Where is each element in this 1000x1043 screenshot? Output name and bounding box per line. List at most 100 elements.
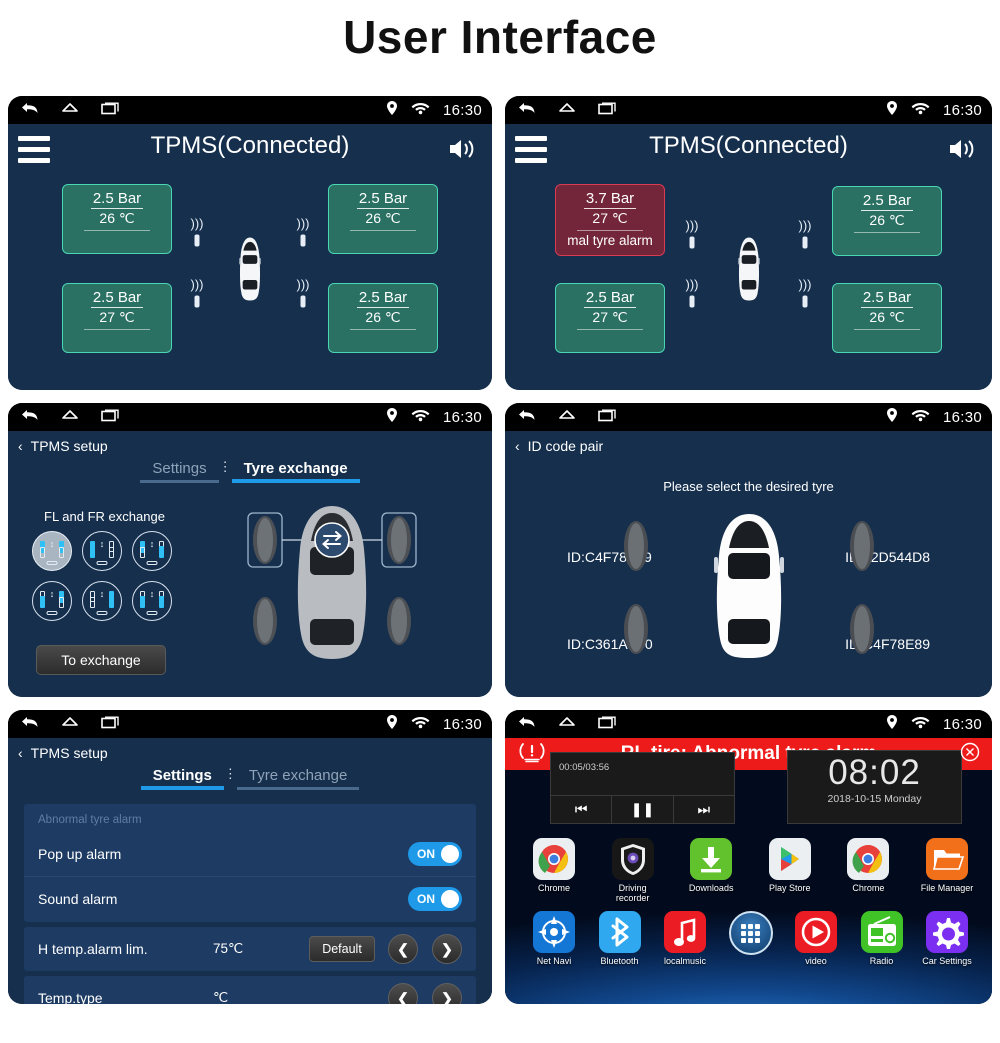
- chevron-right-icon[interactable]: ❯: [432, 983, 462, 1004]
- sensor-indicator-rr: ))): [296, 278, 310, 313]
- close-icon[interactable]: [960, 742, 980, 767]
- next-icon[interactable]: ⏭: [672, 796, 734, 823]
- tyre-box-rr[interactable]: 2.5 Bar 26 ℃: [328, 283, 438, 353]
- app-file-manager[interactable]: File Manager: [918, 838, 976, 903]
- tyre-box-rr[interactable]: 2.5 Bar 26 ℃: [832, 283, 942, 353]
- chevron-left-icon[interactable]: ❮: [388, 934, 418, 964]
- app-label: video: [805, 956, 827, 966]
- home-icon[interactable]: [557, 100, 577, 121]
- tpms-header: TPMS(Connected): [8, 124, 492, 176]
- setting-row-sound-alarm[interactable]: Sound alarm ON: [24, 876, 476, 920]
- tyre-box-fl[interactable]: 2.5 Bar 26 ℃: [62, 184, 172, 254]
- app-net-navi[interactable]: Net Navi: [525, 911, 583, 966]
- app-radio[interactable]: Radio: [853, 911, 911, 966]
- recents-icon[interactable]: [597, 714, 619, 735]
- tyre-box-fr[interactable]: 2.5 Bar 26 ℃: [328, 184, 438, 254]
- setting-row-popup-alarm[interactable]: Pop up alarm ON: [24, 832, 476, 876]
- sound-alarm-toggle[interactable]: ON: [408, 886, 462, 911]
- home-icon[interactable]: [60, 407, 80, 428]
- driving-recorder-icon: [611, 838, 654, 880]
- default-button[interactable]: Default: [309, 936, 375, 962]
- back-icon[interactable]: [20, 407, 40, 428]
- tab-underline: [140, 786, 224, 790]
- recents-icon[interactable]: [597, 407, 619, 428]
- tab-underline: [236, 787, 360, 790]
- app-car-settings[interactable]: Car Settings: [918, 911, 976, 966]
- app-driving-recorder[interactable]: Driving recorder: [604, 838, 662, 903]
- tab-tyre-exchange[interactable]: Tyre exchange: [231, 458, 360, 483]
- id-pair-screen: ‹ ID code pair Please select the desired…: [505, 431, 992, 697]
- breadcrumb[interactable]: ‹ ID code pair: [505, 431, 992, 454]
- tab-settings[interactable]: Settings: [140, 765, 224, 790]
- app-drawer[interactable]: [722, 911, 780, 966]
- to-exchange-button[interactable]: To exchange: [36, 645, 166, 675]
- back-icon[interactable]: [517, 407, 537, 428]
- chevron-left-icon[interactable]: ‹: [515, 438, 520, 454]
- app-label: Chrome: [852, 883, 885, 893]
- tyre-grid: 2.5 Bar 26 ℃ 2.5 Bar 26 ℃ 2.5 Bar 27 ℃ 2…: [8, 176, 492, 361]
- chevron-left-icon[interactable]: ‹: [18, 745, 23, 761]
- home-icon[interactable]: [557, 714, 577, 735]
- app-downloads[interactable]: Downloads: [682, 838, 740, 903]
- exchange-pattern-6[interactable]: ↕: [132, 581, 172, 621]
- tyre-exchange-screen: ‹ TPMS setup Settings ⋮ Tyre exchange FL…: [8, 431, 492, 697]
- tyre-box-fr[interactable]: 2.5 Bar 26 ℃: [832, 186, 942, 256]
- play-store-icon: [768, 838, 811, 880]
- chevron-right-icon[interactable]: ❯: [432, 934, 462, 964]
- tyre-box-fl[interactable]: 3.7 Bar 27 ℃ mal tyre alarm: [555, 184, 665, 256]
- chevron-left-icon[interactable]: ❮: [388, 983, 418, 1004]
- tab-tyre-exchange[interactable]: Tyre exchange: [236, 765, 360, 790]
- home-icon[interactable]: [60, 714, 80, 735]
- exchange-pattern-1[interactable]: ↕: [32, 531, 72, 571]
- exchange-pattern-2[interactable]: ↕: [82, 531, 122, 571]
- app-chrome-2[interactable]: Chrome: [839, 838, 897, 903]
- setting-label: Pop up alarm: [38, 846, 122, 862]
- clock-widget[interactable]: 08:02 2018-10-15 Monday: [787, 750, 962, 824]
- breadcrumb[interactable]: ‹ TPMS setup: [8, 431, 492, 454]
- recents-icon[interactable]: [100, 714, 122, 735]
- exchange-pattern-5[interactable]: ↕: [82, 581, 122, 621]
- app-chrome[interactable]: Chrome: [525, 838, 583, 903]
- speaker-icon[interactable]: [448, 136, 478, 167]
- app-localmusic[interactable]: localmusic: [656, 911, 714, 966]
- app-drawer-icon[interactable]: [728, 911, 773, 955]
- status-bar: 16:30: [8, 403, 492, 431]
- prev-icon[interactable]: ⏮: [551, 796, 611, 823]
- app-label: Car Settings: [922, 956, 972, 966]
- app-play-store[interactable]: Play Store: [761, 838, 819, 903]
- poster: User Interface 16:30 TPMS(Connected) 2.5…: [0, 0, 1000, 1043]
- id-pair-hint: Please select the desired tyre: [663, 479, 834, 494]
- tyre-pressure: 2.5 Bar: [860, 289, 914, 308]
- home-icon[interactable]: [557, 407, 577, 428]
- recents-icon[interactable]: [100, 100, 122, 121]
- exchange-pattern-3[interactable]: ↕: [132, 531, 172, 571]
- popup-alarm-toggle[interactable]: ON: [408, 842, 462, 866]
- setting-row-temp-type[interactable]: Temp.type ℃ ❮ ❯: [24, 976, 476, 1004]
- back-icon[interactable]: [20, 714, 40, 735]
- app-bluetooth[interactable]: Bluetooth: [591, 911, 649, 966]
- recents-icon[interactable]: [597, 100, 619, 121]
- sensor-indicator-fl: ))): [190, 217, 204, 252]
- back-icon[interactable]: [20, 100, 40, 121]
- breadcrumb[interactable]: ‹ TPMS setup: [8, 738, 492, 761]
- exchange-pattern-4[interactable]: ↕: [32, 581, 72, 621]
- tab-separator-icon: ⋮: [223, 766, 237, 781]
- settings-group-title: Abnormal tyre alarm: [38, 814, 142, 826]
- back-icon[interactable]: [517, 100, 537, 121]
- speaker-icon[interactable]: [948, 136, 978, 167]
- tyre-box-rl[interactable]: 2.5 Bar 27 ℃: [555, 283, 665, 353]
- back-icon[interactable]: [517, 714, 537, 735]
- tab-underline: [231, 479, 360, 483]
- tab-settings[interactable]: Settings: [140, 458, 219, 483]
- chevron-left-icon[interactable]: ‹: [18, 438, 23, 454]
- location-icon: [886, 407, 898, 428]
- home-icon[interactable]: [60, 100, 80, 121]
- tyre-box-rl[interactable]: 2.5 Bar 27 ℃: [62, 283, 172, 353]
- setting-row-h-temp-limit[interactable]: H temp.alarm lim. 75℃ Default ❮ ❯: [24, 927, 476, 971]
- app-video[interactable]: video: [787, 911, 845, 966]
- tyre-pressure: 3.7 Bar: [583, 190, 637, 209]
- app-label: Driving recorder: [615, 883, 650, 903]
- recents-icon[interactable]: [100, 407, 122, 428]
- media-player-widget[interactable]: 00:05/03:56 ⏮ ❚❚ ⏭: [550, 752, 735, 824]
- pause-icon[interactable]: ❚❚: [611, 796, 672, 823]
